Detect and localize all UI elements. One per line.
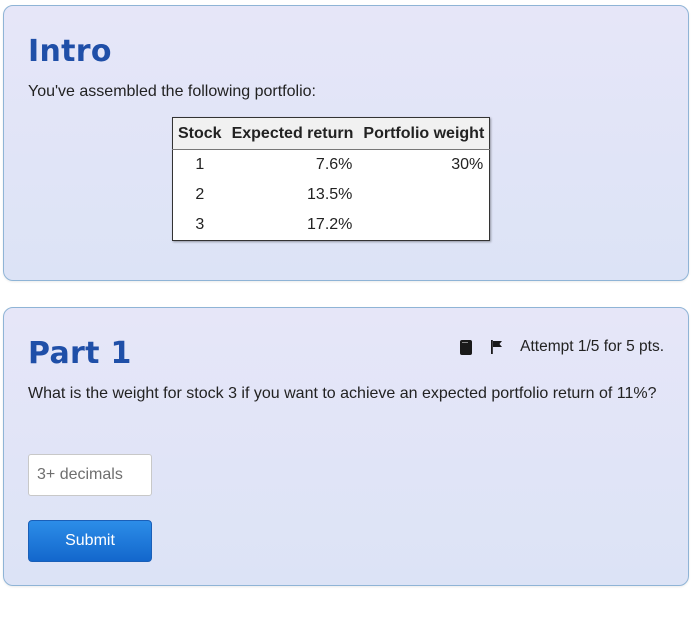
cell-stock: 1: [195, 156, 205, 173]
column-header-stock: Stock: [172, 117, 227, 150]
intro-text: You've assembled the following portfolio…: [28, 83, 316, 100]
intro-card: Intro You've assembled the following por…: [3, 5, 689, 281]
column-header-portfolio-weight: Portfolio weight: [358, 117, 490, 150]
cell-portfolio-weight: [358, 180, 489, 210]
cell-expected-return: 7.6%: [315, 156, 353, 173]
attempt-toolbar: Attempt 1/5 for 5 pts.: [460, 338, 664, 356]
cell-portfolio-weight: 30%: [451, 156, 484, 173]
submit-button[interactable]: Submit: [28, 520, 152, 562]
part1-title: Part 1: [28, 336, 132, 371]
table-row: 3 17.2%: [173, 210, 490, 241]
cell-expected-return: 17.2%: [307, 216, 353, 233]
attempt-counter: Attempt 1/5 for 5 pts.: [520, 338, 664, 355]
table-row: 1 7.6% 30%: [173, 150, 490, 181]
answer-input[interactable]: [28, 454, 152, 496]
intro-title: Intro: [28, 34, 112, 69]
cell-expected-return: 13.5%: [307, 186, 353, 203]
notebook-icon[interactable]: [460, 339, 473, 355]
cell-portfolio-weight: [358, 210, 489, 241]
column-header-expected-return: Expected return: [226, 117, 359, 150]
table-header-row: Stock Expected return Portfolio weight: [172, 117, 490, 150]
table-row: 2 13.5%: [173, 180, 490, 210]
cell-stock: 3: [195, 216, 205, 233]
part1-card: Part 1 Attempt 1/5 for 5 pts. What is th…: [3, 307, 689, 586]
portfolio-table: Stock Expected return Portfolio weight 1…: [172, 117, 491, 241]
cell-stock: 2: [195, 186, 205, 203]
question-text: What is the weight for stock 3 if you wa…: [28, 385, 657, 402]
flag-icon[interactable]: [490, 339, 504, 355]
